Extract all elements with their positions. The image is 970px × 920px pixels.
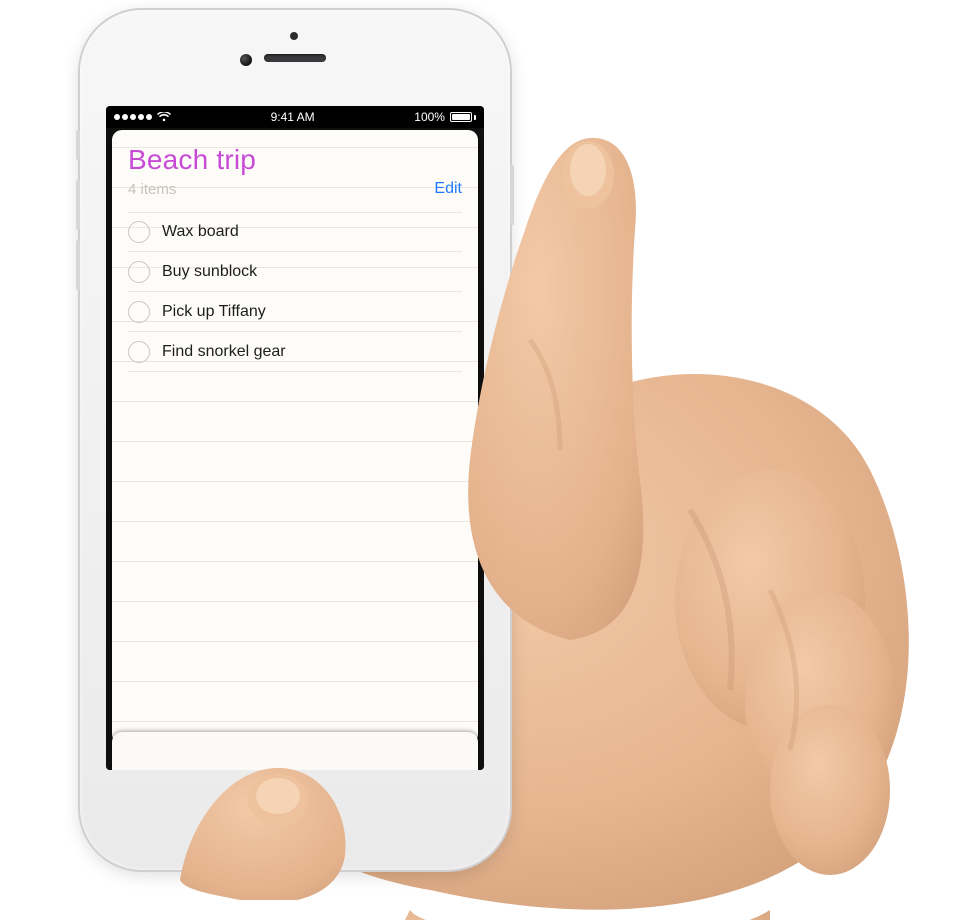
list-item-label: Wax board	[162, 223, 239, 241]
iphone-device-frame: 9:41 AM 100% Beach trip 4 items Edit Wa	[80, 10, 510, 870]
wifi-icon	[157, 112, 171, 122]
volume-down-button	[76, 240, 80, 290]
power-button	[510, 165, 514, 225]
list-item[interactable]: Find snorkel gear	[128, 332, 462, 372]
edit-button[interactable]: Edit	[434, 180, 462, 198]
phone-top-hardware	[80, 10, 510, 106]
signal-strength-icon	[114, 114, 152, 120]
item-count-label: 4 items	[128, 181, 176, 198]
list-item-label: Buy sunblock	[162, 263, 257, 281]
checkbox-icon[interactable]	[128, 261, 150, 283]
mute-switch	[76, 130, 80, 160]
checkbox-icon[interactable]	[128, 221, 150, 243]
list-item[interactable]: Wax board	[128, 212, 462, 252]
stacked-card-peek[interactable]	[112, 732, 478, 770]
front-camera	[240, 54, 252, 66]
list-item-label: Pick up Tiffany	[162, 303, 266, 321]
phone-screen: 9:41 AM 100% Beach trip 4 items Edit Wa	[106, 106, 484, 770]
volume-up-button	[76, 180, 80, 230]
list-item[interactable]: Buy sunblock	[128, 252, 462, 292]
list-item-label: Find snorkel gear	[162, 343, 286, 361]
reminders-card-stack: Beach trip 4 items Edit Wax board Buy su…	[106, 128, 484, 770]
checkbox-icon[interactable]	[128, 301, 150, 323]
list-item[interactable]: Pick up Tiffany	[128, 292, 462, 332]
reminders-list-card[interactable]: Beach trip 4 items Edit Wax board Buy su…	[112, 130, 478, 744]
battery-icon	[450, 112, 476, 122]
checkbox-icon[interactable]	[128, 341, 150, 363]
home-button[interactable]	[263, 788, 327, 852]
todo-list: Wax board Buy sunblock Pick up Tiffany F…	[128, 212, 462, 372]
battery-percentage: 100%	[414, 110, 445, 124]
status-bar-time: 9:41 AM	[271, 110, 315, 124]
list-title: Beach trip	[128, 144, 462, 176]
status-bar: 9:41 AM 100%	[106, 106, 484, 128]
proximity-sensor	[290, 32, 298, 40]
earpiece-speaker	[264, 54, 326, 62]
